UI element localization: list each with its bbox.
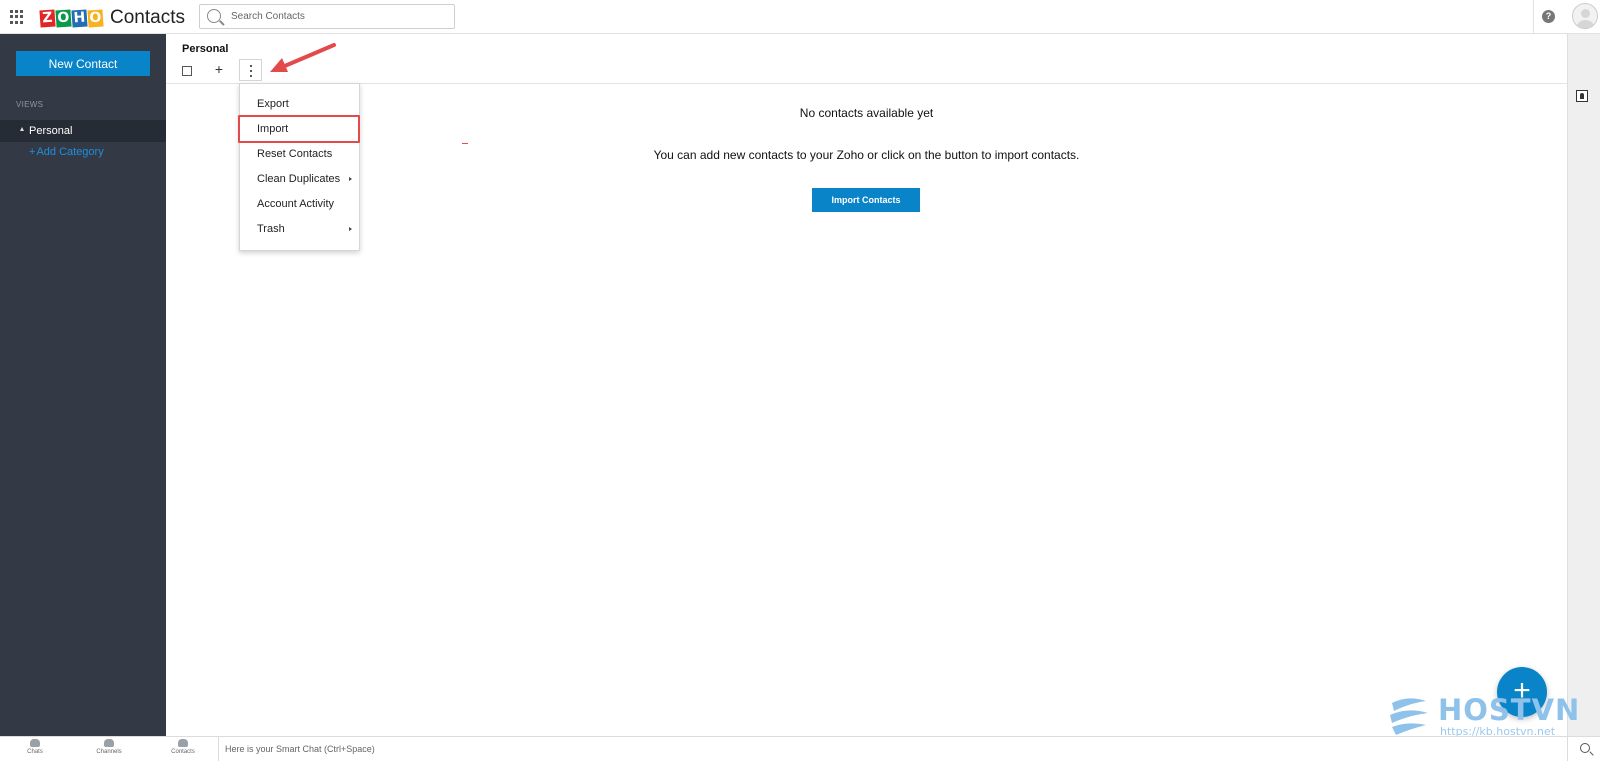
menu-item-import[interactable]: Import [238, 115, 361, 143]
empty-state-description: You can add new contacts to your Zoho or… [653, 148, 1080, 162]
add-icon[interactable]: + [212, 61, 226, 77]
menu-item-reset-contacts[interactable]: Reset Contacts [240, 143, 361, 165]
avatar[interactable] [1572, 3, 1598, 29]
watermark: HOSTVN https://kb.hostvn.net [1388, 693, 1581, 738]
views-heading: VIEWS [16, 100, 44, 109]
logo-letter: Z [39, 8, 56, 28]
more-options-menu: Export Import Reset Contacts Clean Dupli… [238, 83, 361, 251]
annotation-arrow-icon [270, 43, 336, 72]
tab-label: Contacts [171, 749, 195, 755]
add-category-link[interactable]: +Add Category [29, 146, 104, 158]
menu-item-label: Account Activity [257, 198, 335, 210]
menu-item-label: Export [257, 98, 289, 110]
search-icon [207, 9, 221, 23]
submenu-arrow-icon [349, 227, 352, 231]
channels-icon [104, 739, 114, 747]
main-content: Personal + No contacts available yet You… [166, 34, 1567, 736]
menu-item-export[interactable]: Export [240, 93, 361, 115]
logo-letter: O [87, 8, 104, 28]
right-panel [1567, 34, 1600, 736]
sidebar: New Contact VIEWS Personal +Add Category [0, 34, 166, 736]
tab-contacts[interactable]: Contacts [158, 738, 208, 760]
divider [166, 83, 1567, 84]
smart-chat-input[interactable] [225, 741, 1525, 756]
divider [1567, 737, 1568, 761]
hostvn-logo-icon [1390, 698, 1428, 735]
app-title: Contacts [110, 7, 185, 28]
divider [218, 737, 219, 761]
app-logo[interactable]: Z O H O Contacts [39, 7, 185, 28]
annotation-mark [462, 143, 468, 144]
tab-label: Chats [27, 749, 43, 755]
top-bar: Z O H O Contacts ? [0, 0, 1600, 34]
page-title: Personal [182, 43, 229, 55]
menu-item-clean-duplicates[interactable]: Clean Duplicates [240, 168, 361, 190]
chat-icon [30, 739, 40, 747]
search-input[interactable] [231, 8, 451, 25]
menu-item-account-activity[interactable]: Account Activity [240, 193, 361, 215]
new-contact-button[interactable]: New Contact [16, 51, 150, 76]
more-options-button[interactable] [239, 59, 262, 81]
menu-item-label: Clean Duplicates [257, 173, 341, 185]
submenu-arrow-icon [349, 177, 352, 181]
more-dot [250, 65, 252, 67]
menu-item-trash[interactable]: Trash [240, 218, 361, 240]
search-box[interactable] [199, 4, 455, 29]
empty-state-title: No contacts available yet [799, 106, 934, 120]
logo-letter: H [71, 8, 88, 28]
import-contacts-button[interactable]: Import Contacts [812, 188, 920, 212]
contacts-icon [178, 739, 188, 747]
logo-letter: O [55, 8, 72, 28]
contact-card-icon[interactable] [1576, 90, 1588, 102]
add-category-label: Add Category [36, 146, 104, 158]
menu-item-label: Trash [257, 223, 285, 235]
plus-icon: + [29, 146, 36, 158]
search-icon[interactable] [1580, 743, 1590, 753]
caret-up-icon [20, 127, 24, 131]
menu-item-label: Reset Contacts [257, 148, 333, 160]
tab-chats[interactable]: Chats [10, 738, 60, 760]
watermark-brand: HOSTVN [1438, 693, 1581, 727]
more-dot [250, 75, 252, 77]
sidebar-item-label: Personal [29, 125, 73, 137]
sidebar-item-personal[interactable]: Personal [0, 120, 166, 142]
annotation-highlight-box [238, 115, 360, 143]
tab-label: Channels [96, 749, 122, 755]
tab-channels[interactable]: Channels [84, 738, 134, 760]
bottom-chat-bar: Chats Channels Contacts [0, 736, 1600, 761]
more-dot [250, 70, 252, 72]
apps-grid-icon[interactable] [10, 10, 24, 24]
help-icon[interactable]: ? [1542, 10, 1555, 23]
divider [1533, 0, 1534, 34]
select-all-checkbox[interactable] [182, 66, 192, 76]
